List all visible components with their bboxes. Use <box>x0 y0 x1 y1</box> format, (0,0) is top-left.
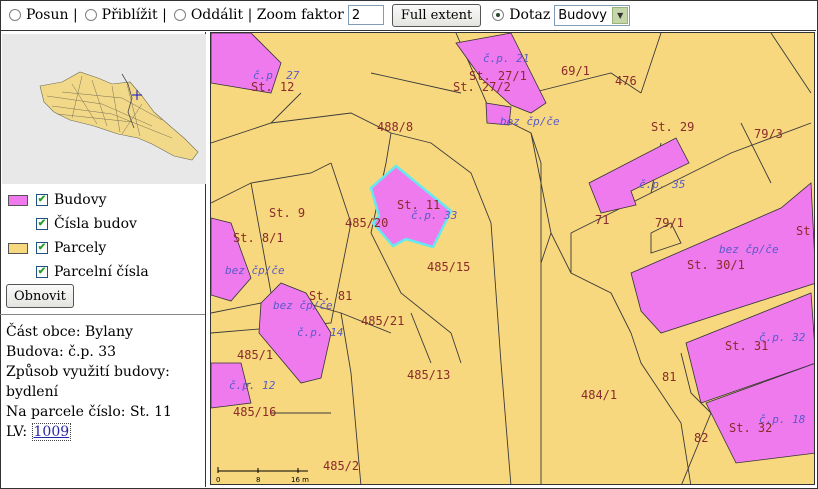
zoom-out-radio[interactable] <box>173 9 186 21</box>
info-cast-obce: Část obce: Bylany <box>6 324 133 340</box>
scale-bar <box>217 467 308 473</box>
parcel-label: St. 30 <box>796 224 815 238</box>
building-label: č.p. 12 <box>229 379 276 392</box>
budovy-label: Budovy <box>54 192 107 208</box>
toolbar: Posun | Přiblížit | Oddálit | Zoom fakto… <box>0 0 816 31</box>
query-layer-value: Budovy <box>558 7 607 23</box>
legend-row-budovy: ✔ Budovy <box>8 188 149 212</box>
zoom-in-radio[interactable] <box>84 9 97 21</box>
parcel-label: 484/1 <box>581 388 617 402</box>
parcel-label: 485/1 <box>237 348 273 362</box>
parcel-label: 485/2 <box>323 459 359 473</box>
query-result-info: Část obce: Bylany Budova: č.p. 33 Způsob… <box>6 322 205 442</box>
scale-label: 8 <box>256 476 260 484</box>
overview-map[interactable] <box>2 34 206 184</box>
left-panel: ✔ Budovy ✔ Čísla budov ✔ Parcely ✔ Parce… <box>0 32 206 487</box>
zoom-in-label: Přiblížit | <box>101 7 167 23</box>
parcel-label: 476 <box>615 74 637 88</box>
parcel-label: 82 <box>694 431 708 445</box>
panel-divider <box>0 314 205 315</box>
building-label: bez čp/če <box>500 115 560 128</box>
building-label: č.p. 33 <box>411 209 457 222</box>
parcel-label: 485/16 <box>233 405 276 419</box>
budovy-swatch <box>8 194 28 206</box>
parcely-swatch <box>8 242 28 254</box>
building-label: č.p. 21 <box>483 52 529 65</box>
chevron-down-icon[interactable]: ▼ <box>612 6 629 24</box>
parcel-label: 69/1 <box>561 64 590 78</box>
building-cp-35 <box>588 137 690 214</box>
legend-row-parcelni-cisla: ✔ Parcelní čísla <box>8 260 149 284</box>
legend-row-cisla-budov: ✔ Čísla budov <box>8 212 149 236</box>
building-label: č.p. 32 <box>759 331 806 344</box>
parcel-label: 485/15 <box>427 260 470 274</box>
parcelni-cisla-checkbox[interactable]: ✔ <box>36 266 48 278</box>
building-label: č.p. 18 <box>759 413 806 426</box>
lv-prefix: LV: <box>6 424 28 440</box>
parcel-label: 485/20 <box>345 216 388 230</box>
scale-label: 16 m <box>291 476 309 484</box>
parcel-label: 488/8 <box>377 120 413 134</box>
info-budova: Budova: č.p. 33 <box>6 344 117 360</box>
building-label: bez čp/če <box>225 264 285 277</box>
building-label: bez čp/če <box>719 243 779 256</box>
parcel-label: 81 <box>662 370 676 384</box>
parcel-label: 79/1 <box>655 216 684 230</box>
lv-link[interactable]: 1009 <box>31 423 72 441</box>
parcel-label: St. 12 <box>251 80 294 94</box>
parcel-label: St. 8/1 <box>233 231 284 245</box>
query-layer-select[interactable]: Budovy ▼ <box>554 4 631 26</box>
parcely-checkbox[interactable]: ✔ <box>36 242 48 254</box>
parcely-label: Parcely <box>54 240 107 256</box>
map-view[interactable]: St. 12 St. 27/1 St. 27/2 69/1 476 488/8 … <box>210 32 815 485</box>
query-label: Dotaz <box>509 7 551 23</box>
budovy-checkbox[interactable]: ✔ <box>36 194 48 206</box>
info-lv-row: LV: 1009 <box>6 422 205 442</box>
parcel-label: 71 <box>595 213 609 227</box>
pan-radio[interactable] <box>9 9 21 21</box>
pan-label: Posun | <box>26 7 78 23</box>
cisla-budov-label: Čísla budov <box>54 216 137 232</box>
legend-row-parcely: ✔ Parcely <box>8 236 149 260</box>
scale-label: 0 <box>216 476 220 484</box>
zoom-out-label: Oddálit | Zoom faktor <box>190 7 344 23</box>
parcel-label: St. 9 <box>269 206 305 220</box>
parcel-label: St. 30/1 <box>687 258 745 272</box>
parcel-label: 485/13 <box>407 368 450 382</box>
info-parcela: Na parcele číslo: St. 11 <box>6 404 172 420</box>
building-label: č.p. 35 <box>639 178 685 191</box>
building-label: č.p. 27 <box>253 69 300 82</box>
query-radio[interactable] <box>492 9 505 21</box>
parcel-label: St. 29 <box>651 120 694 134</box>
cisla-budov-checkbox[interactable]: ✔ <box>36 218 48 230</box>
info-zpusob-vyuziti: Způsob využití budovy: bydlení <box>6 364 170 400</box>
layer-legend: ✔ Budovy ✔ Čísla budov ✔ Parcely ✔ Parce… <box>8 188 149 284</box>
zoom-factor-input[interactable] <box>347 5 384 25</box>
full-extent-button[interactable]: Full extent <box>391 3 482 27</box>
parcel-label: 485/21 <box>361 314 404 328</box>
building-label: bez čp/če <box>273 299 333 312</box>
parcel-label: 79/3 <box>754 127 783 141</box>
building-label: č.p. 14 <box>297 326 343 339</box>
parcel-label: St. 27/2 <box>453 80 511 94</box>
parcelni-cisla-label: Parcelní čísla <box>54 264 149 280</box>
refresh-button[interactable]: Obnovit <box>6 284 74 308</box>
